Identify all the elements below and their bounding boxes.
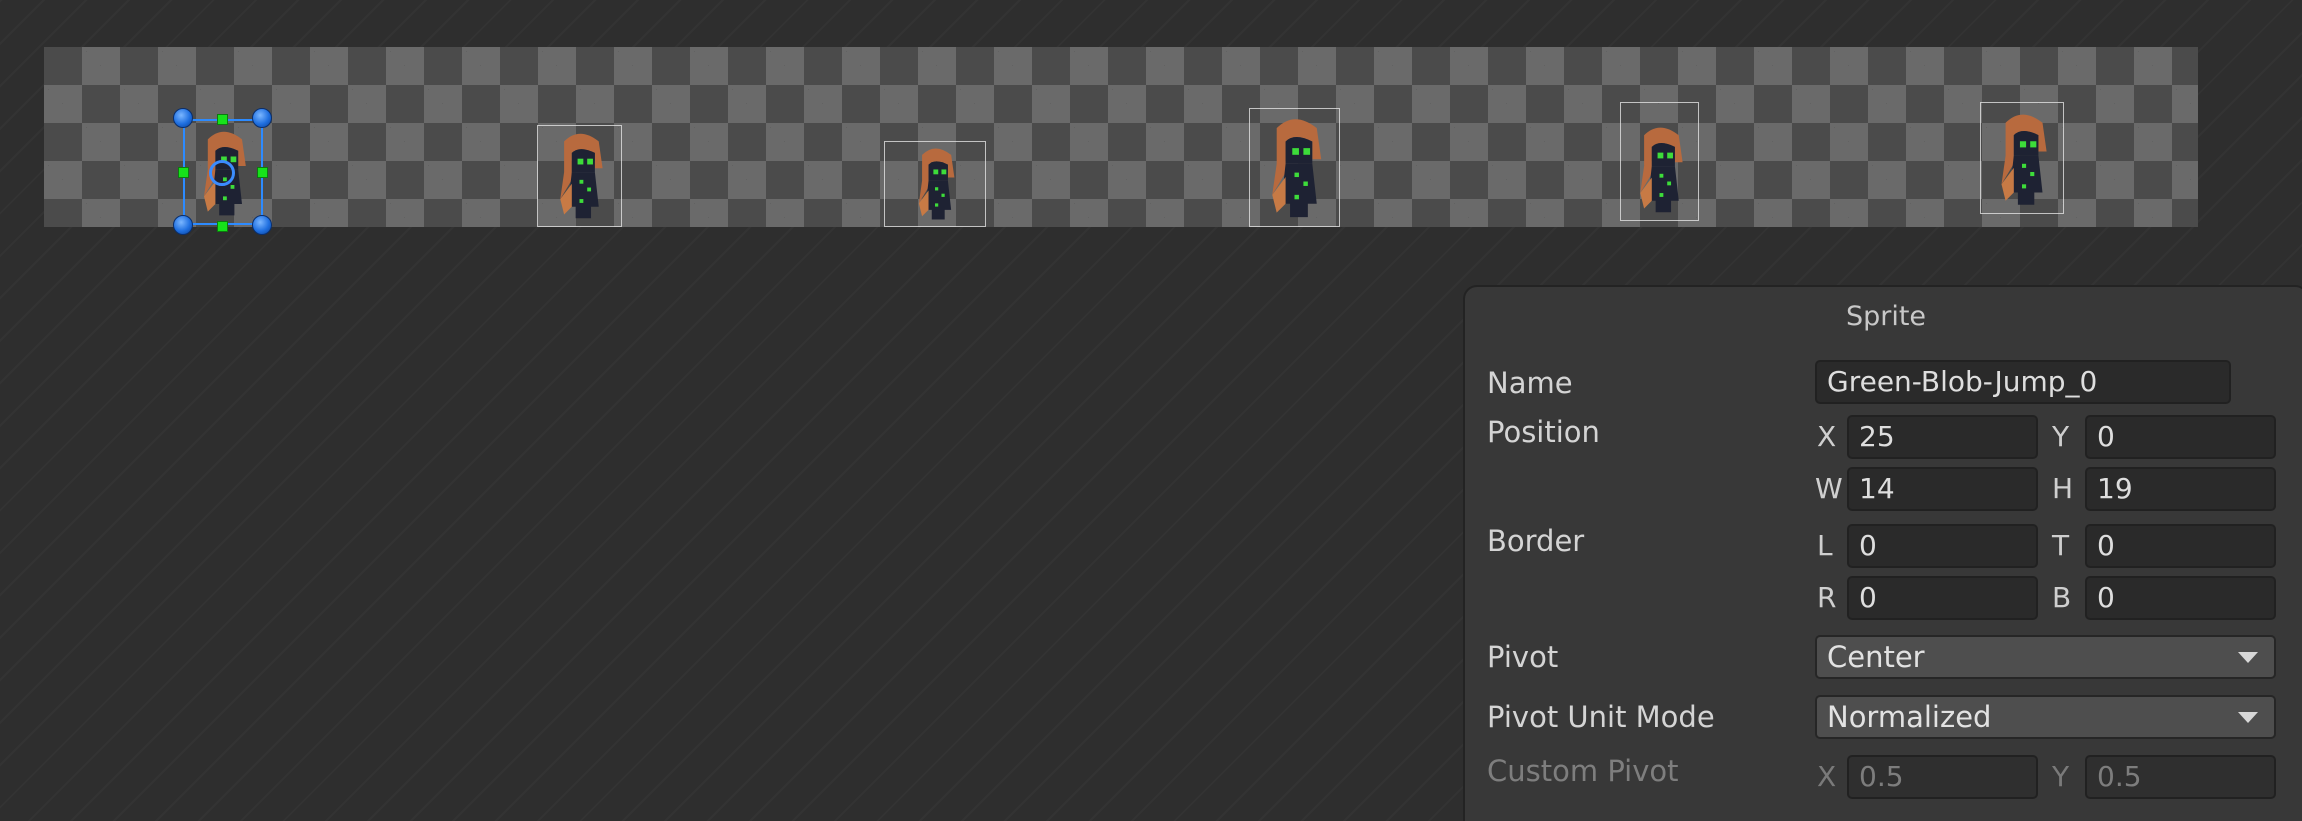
pivot-dropdown[interactable]: Center: [1815, 635, 2276, 679]
sprite-inspector-panel: Sprite Name Green-Blob-Jump_0 Position X…: [1463, 285, 2302, 821]
position-h-axis-label: H: [2052, 472, 2074, 505]
border-label: Border: [1487, 524, 1585, 558]
position-y-field[interactable]: 0: [2085, 415, 2276, 459]
pivot-dropdown-value: Center: [1827, 640, 1925, 674]
pivot-unit-mode-label: Pivot Unit Mode: [1487, 700, 1715, 734]
resize-handle-right[interactable]: [257, 167, 268, 178]
border-t-field[interactable]: 0: [2085, 524, 2276, 568]
sprite-frame-4[interactable]: [1620, 102, 1699, 221]
pivot-unit-mode-value: Normalized: [1827, 700, 1992, 734]
name-field[interactable]: Green-Blob-Jump_0: [1815, 360, 2231, 404]
resize-handle-top[interactable]: [217, 114, 228, 125]
sprite-figure-5: [1981, 103, 2063, 213]
position-h-field[interactable]: 19: [2085, 467, 2276, 511]
pivot-handle[interactable]: [209, 160, 235, 186]
border-r-field[interactable]: 0: [1847, 576, 2038, 620]
position-y-axis-label: Y: [2052, 420, 2070, 453]
resize-handle-top-left[interactable]: [173, 108, 193, 128]
sprite-figure-1: [538, 126, 621, 226]
sprite-frame-3[interactable]: [1249, 108, 1340, 227]
position-x-field[interactable]: 25: [1847, 415, 2038, 459]
border-l-axis-label: L: [1817, 529, 1833, 562]
chevron-down-icon: [2238, 712, 2258, 723]
custom-pivot-y-axis-label: Y: [2052, 760, 2070, 793]
chevron-down-icon: [2238, 652, 2258, 663]
border-l-field[interactable]: 0: [1847, 524, 2038, 568]
custom-pivot-x-field: 0.5: [1847, 755, 2038, 799]
sprite-frame-1[interactable]: [537, 125, 622, 227]
position-w-field[interactable]: 14: [1847, 467, 2038, 511]
resize-handle-bottom-right[interactable]: [252, 215, 272, 235]
custom-pivot-x-axis-label: X: [1817, 760, 1837, 793]
sprite-editor-canvas[interactable]: Sprite Name Green-Blob-Jump_0 Position X…: [0, 0, 2302, 821]
resize-handle-top-right[interactable]: [252, 108, 272, 128]
sprite-figure-3: [1250, 109, 1339, 226]
sprite-frame-5[interactable]: [1980, 102, 2064, 214]
sprite-figure-2: [885, 142, 985, 226]
panel-title: Sprite: [1845, 301, 1927, 332]
position-label: Position: [1487, 415, 1600, 449]
border-t-axis-label: T: [2052, 529, 2070, 562]
sprite-figure-4: [1621, 103, 1698, 220]
border-b-field[interactable]: 0: [2085, 576, 2276, 620]
position-w-axis-label: W: [1815, 472, 1843, 505]
sprite-frame-2[interactable]: [884, 141, 986, 227]
resize-handle-left[interactable]: [178, 167, 189, 178]
custom-pivot-label: Custom Pivot: [1487, 754, 1679, 788]
resize-handle-bottom-left[interactable]: [173, 215, 193, 235]
resize-handle-bottom[interactable]: [217, 221, 228, 232]
custom-pivot-y-field: 0.5: [2085, 755, 2276, 799]
border-b-axis-label: B: [2052, 581, 2072, 614]
name-label: Name: [1487, 366, 1573, 400]
border-r-axis-label: R: [1817, 581, 1837, 614]
sprite-sheet[interactable]: [44, 47, 2198, 227]
position-x-axis-label: X: [1817, 420, 1837, 453]
pivot-label: Pivot: [1487, 640, 1559, 674]
pivot-unit-mode-dropdown[interactable]: Normalized: [1815, 695, 2276, 739]
